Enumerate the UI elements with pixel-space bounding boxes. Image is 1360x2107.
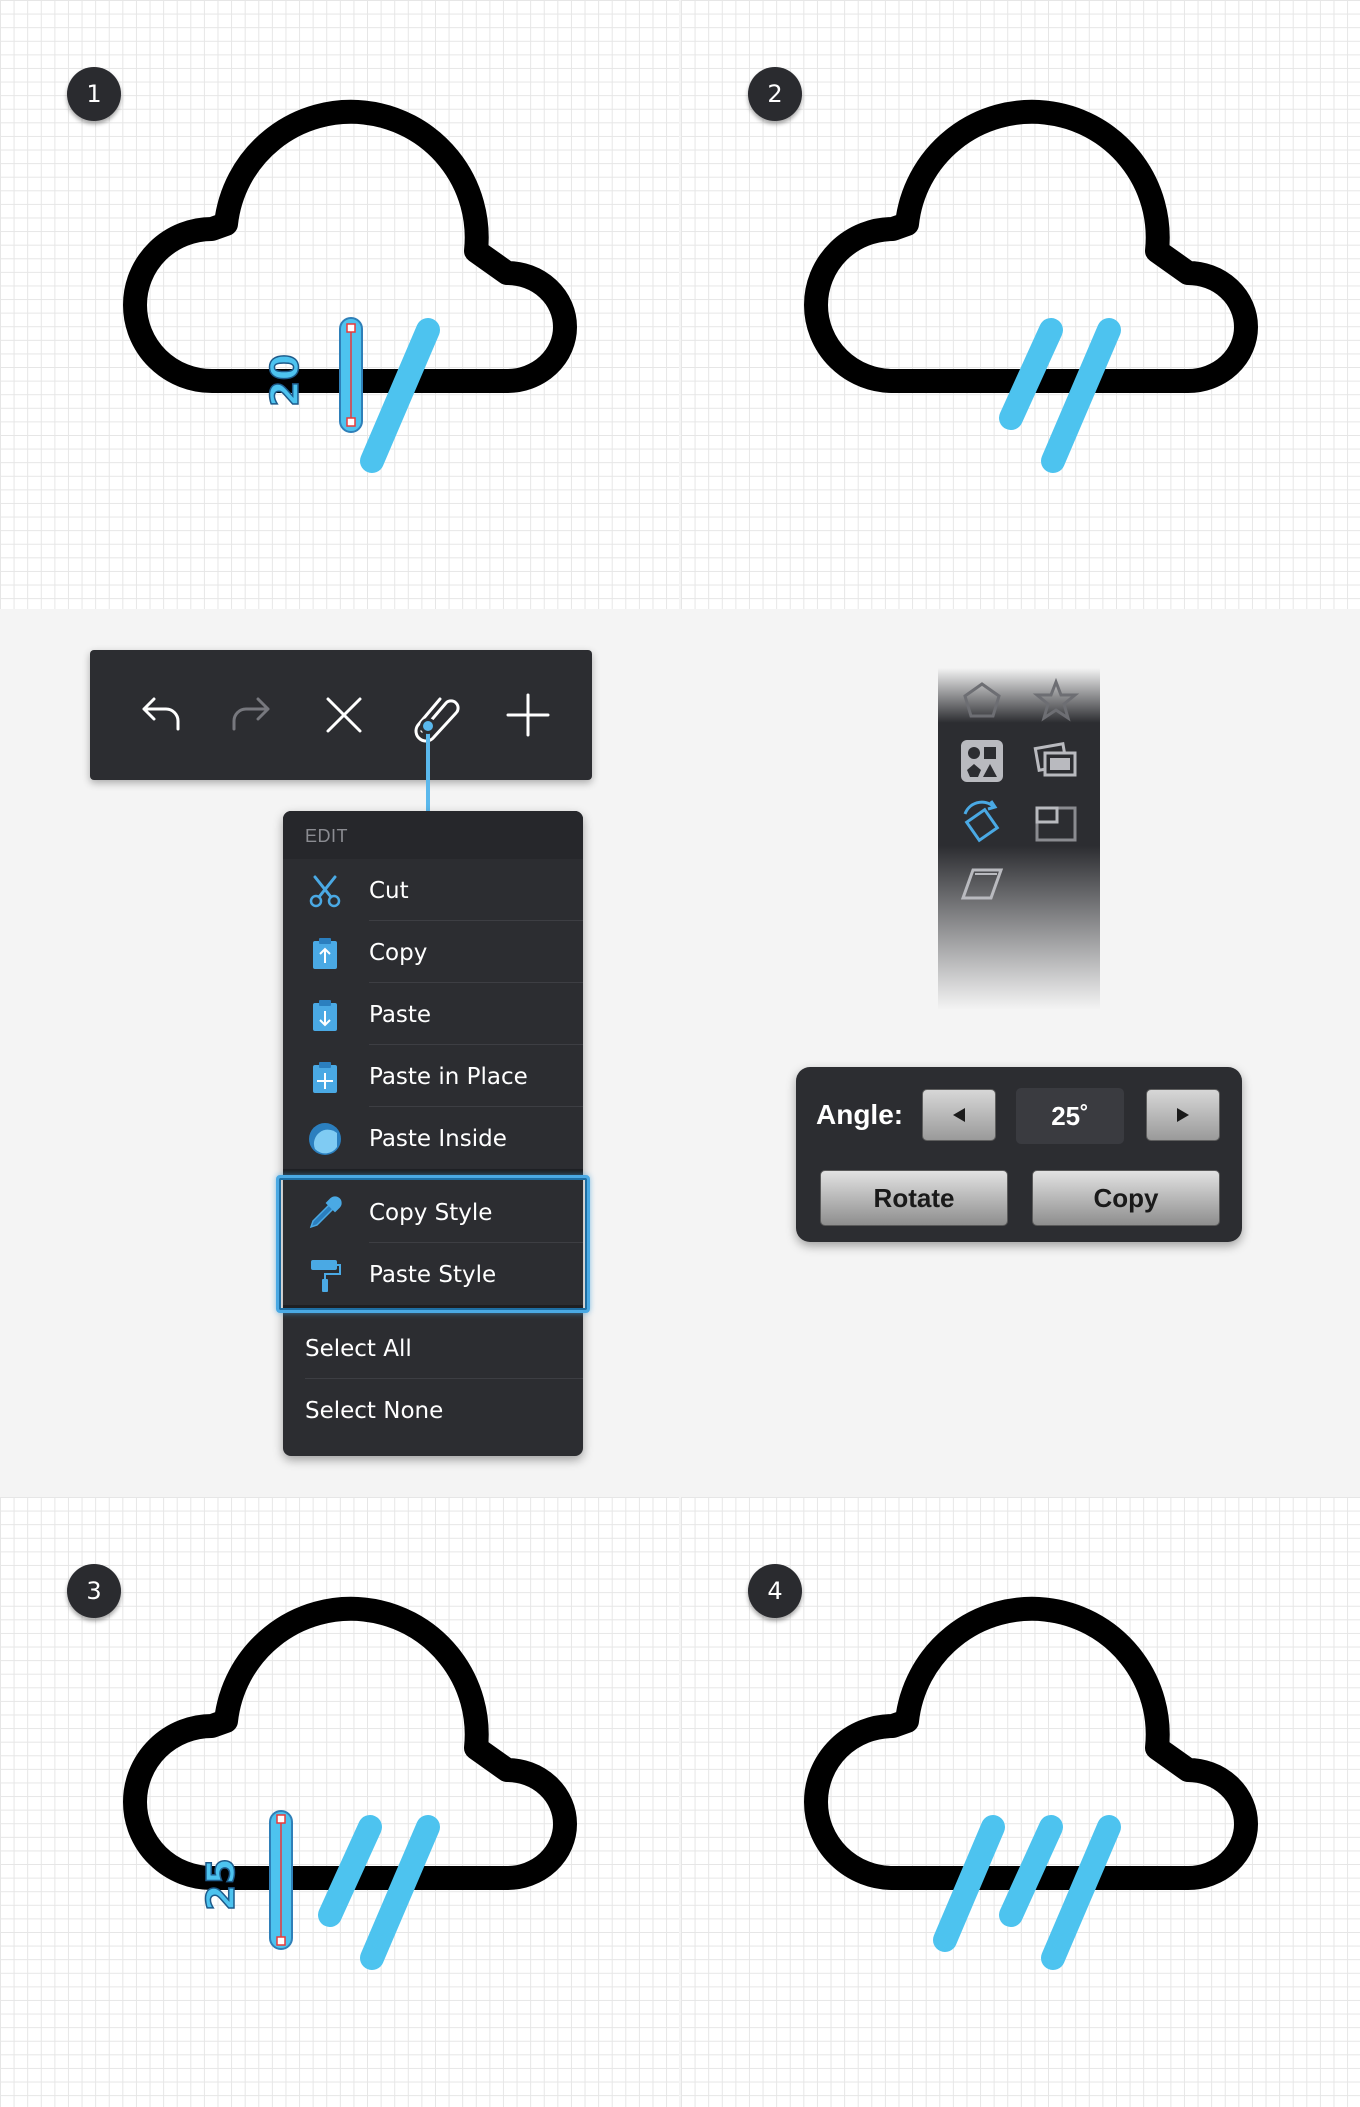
rotate-button[interactable]: Rotate [820, 1170, 1008, 1226]
menu-item-copy-style[interactable]: Copy Style [283, 1181, 583, 1243]
menu-item-label: Cut [369, 878, 409, 904]
menu-group-divider [283, 1169, 583, 1177]
menu-item-label: Select All [305, 1336, 412, 1362]
paste-inside-icon [307, 1121, 343, 1157]
undo-icon[interactable] [130, 685, 190, 745]
tutorial-page: 1 20 2 EDIT Cut Copy Paste Paste in Plac… [0, 0, 1360, 2107]
redo-icon[interactable] [222, 685, 282, 745]
menu-item-label: Copy Style [369, 1200, 493, 1226]
anchor-point-top [276, 1814, 286, 1824]
menu-item-label: Paste Inside [369, 1126, 507, 1152]
menu-header: EDIT [283, 811, 583, 859]
step-2-artwork [804, 99, 1258, 473]
menu-item-paste-inside[interactable]: Paste Inside [283, 1107, 583, 1169]
triangle-left-icon [953, 1108, 965, 1122]
angle-decrease-button[interactable] [922, 1089, 996, 1141]
menu-item-paste-style[interactable]: Paste Style [283, 1243, 583, 1305]
skew-icon[interactable] [957, 858, 1007, 908]
step-3-canvas: 3 25 [0, 1497, 679, 2107]
scale-icon[interactable] [1031, 798, 1081, 848]
plus-icon[interactable] [498, 685, 558, 745]
rain-drop [360, 318, 440, 473]
angle-value-field[interactable]: 25˚ [1016, 1088, 1124, 1144]
cloud-icon [804, 1596, 1258, 1890]
menu-item-label: Paste in Place [369, 1064, 528, 1090]
anchor-point-top [346, 323, 356, 333]
step-2-canvas: 2 [681, 0, 1360, 609]
menu-group-divider [283, 1305, 583, 1313]
menu-item-cut[interactable]: Cut [283, 859, 583, 921]
clipboard-paste-icon [307, 997, 343, 1033]
menu-item-select-none[interactable]: Select None [283, 1379, 583, 1441]
step-1-artwork: 20 [123, 99, 577, 473]
clipboard-copy-icon [307, 935, 343, 971]
rain-drop [1041, 318, 1121, 473]
rotate-dialog: Angle: 25˚ Rotate Copy [796, 1067, 1242, 1242]
anchor-point-bottom [276, 1936, 286, 1946]
pentagon-icon[interactable] [957, 676, 1007, 726]
angle-increase-button[interactable] [1146, 1089, 1220, 1141]
menu-header-label: EDIT [305, 826, 349, 846]
scissors-icon [307, 873, 343, 909]
layers-icon[interactable] [1031, 736, 1081, 786]
dimension-label: 25 [199, 1858, 243, 1911]
star-icon[interactable] [1031, 676, 1081, 726]
rain-drop [360, 1815, 440, 1970]
menu-item-paste[interactable]: Paste [283, 983, 583, 1045]
close-icon[interactable] [314, 685, 374, 745]
edit-menu: EDIT Cut Copy Paste Paste in Place Paste… [283, 811, 583, 1456]
top-toolbar [90, 650, 592, 780]
step-3-artwork: 25 [123, 1596, 577, 1970]
menu-item-copy[interactable]: Copy [283, 921, 583, 983]
rotate-icon[interactable] [957, 798, 1007, 848]
clipboard-paste-in-place-icon [307, 1059, 343, 1095]
menu-item-paste-in-place[interactable]: Paste in Place [283, 1045, 583, 1107]
step-4-canvas: 4 [681, 1497, 1360, 2107]
menu-item-label: Paste [369, 1002, 432, 1028]
menu-item-label: Select None [305, 1398, 444, 1424]
cloud-icon [123, 1596, 577, 1890]
menu-connector-dot [420, 718, 436, 734]
step-4-artwork [804, 1596, 1258, 1970]
anchor-point-bottom [346, 417, 356, 427]
menu-item-label: Paste Style [369, 1262, 497, 1288]
angle-label: Angle: [816, 1099, 904, 1130]
menu-connector [426, 724, 430, 812]
dimension-label: 20 [263, 354, 307, 407]
menu-item-select-all[interactable]: Select All [283, 1317, 583, 1379]
triangle-right-icon [1177, 1108, 1189, 1122]
eyedropper-icon [307, 1195, 343, 1231]
copy-button[interactable]: Copy [1032, 1170, 1220, 1226]
step-1-canvas: 1 20 [0, 0, 679, 609]
paint-roller-icon [307, 1257, 343, 1293]
transform-tools-strip [938, 668, 1100, 1010]
shapes-icon[interactable] [957, 736, 1007, 786]
paperclip-icon[interactable] [406, 685, 466, 745]
rain-drop [1041, 1815, 1121, 1970]
menu-item-label: Copy [369, 940, 428, 966]
cloud-icon [804, 99, 1258, 393]
